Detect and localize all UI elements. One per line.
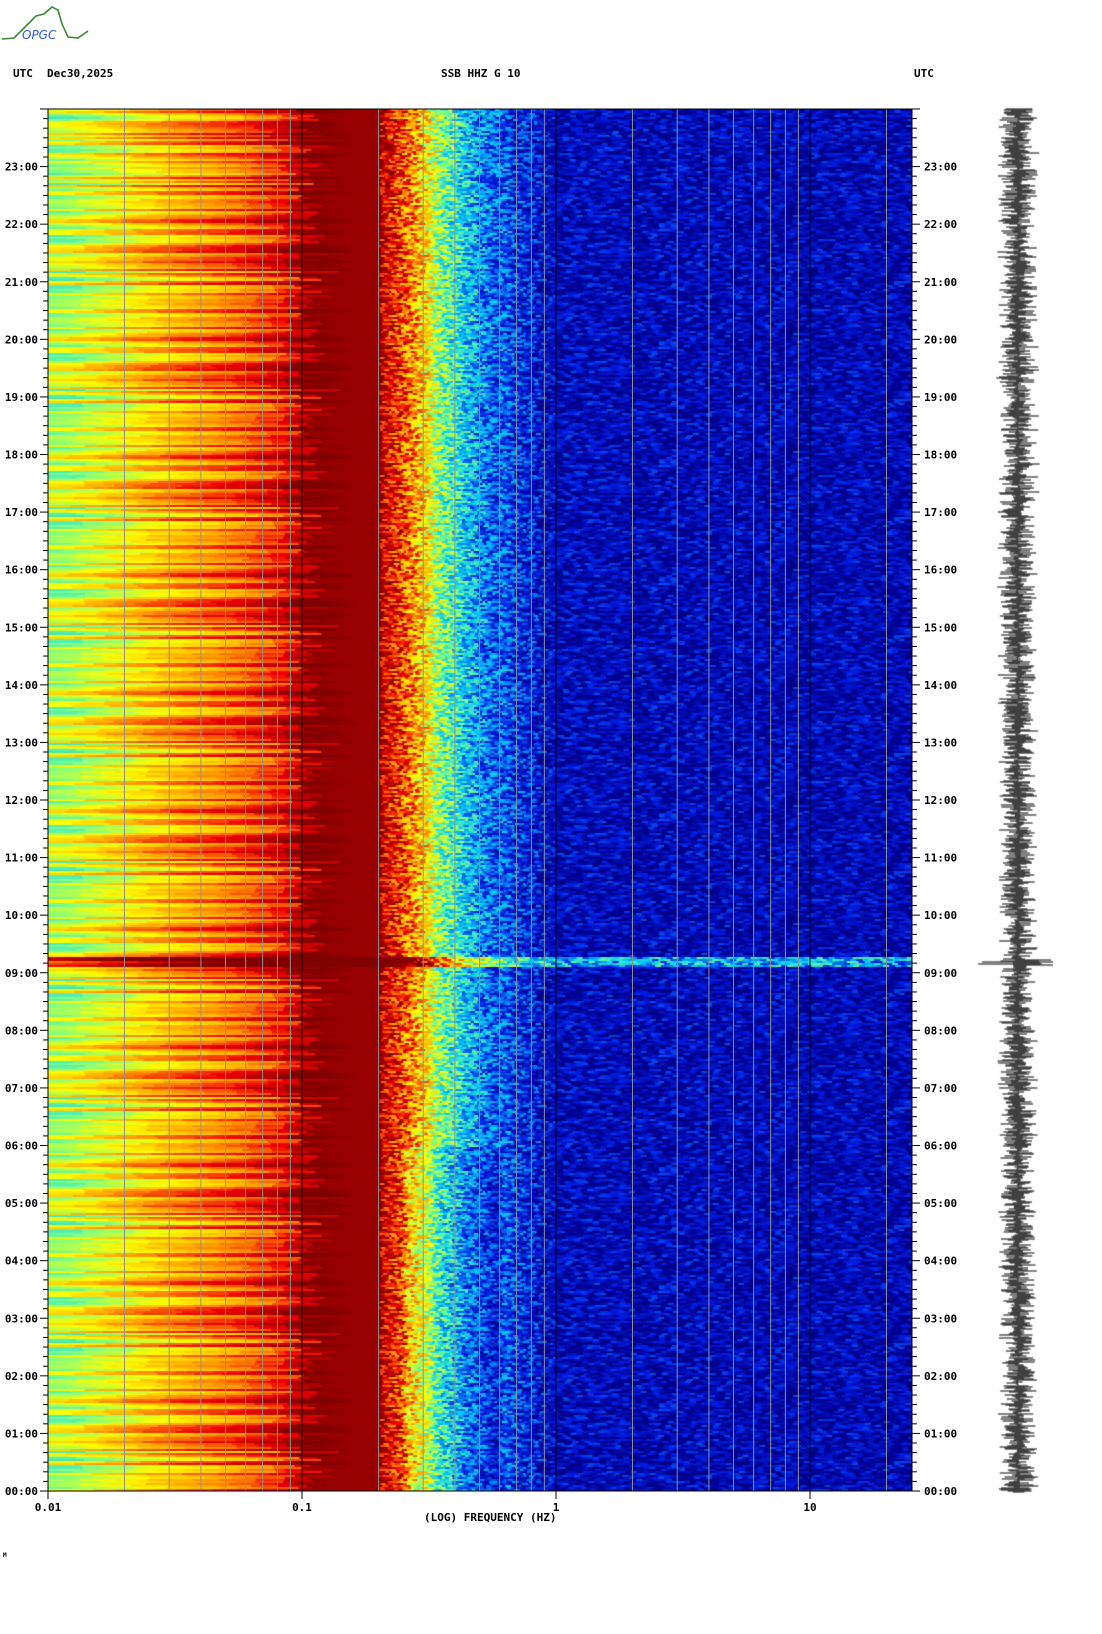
y-tick-label-left: 14:00	[5, 679, 38, 692]
y-tick-label-right: 11:00	[924, 852, 957, 865]
y-tick-label-left: 13:00	[5, 736, 38, 749]
y-tick-label-right: 23:00	[924, 161, 957, 174]
spectrogram-page: OPGC UTC Dec30,2025 SSB HHZ G 10 UTC 00:…	[0, 0, 1102, 1634]
y-tick-label-left: 10:00	[5, 909, 38, 922]
y-tick-label-right: 19:00	[924, 391, 957, 404]
y-tick-label-right: 13:00	[924, 736, 957, 749]
y-tick-label-left: 07:00	[5, 1082, 38, 1095]
y-tick-label-right: 10:00	[924, 909, 957, 922]
y-tick-label-left: 18:00	[5, 449, 38, 462]
y-tick-label-right: 17:00	[924, 506, 957, 519]
y-tick-label-right: 04:00	[924, 1255, 957, 1268]
y-tick-label-left: 00:00	[5, 1485, 38, 1498]
y-tick-label-left: 03:00	[5, 1312, 38, 1325]
y-tick-label-right: 08:00	[924, 1024, 957, 1037]
y-tick-label-left: 08:00	[5, 1024, 38, 1037]
y-tick-label-left: 17:00	[5, 506, 38, 519]
y-tick-label-left: 15:00	[5, 621, 38, 634]
y-tick-label-right: 05:00	[924, 1197, 957, 1210]
y-tick-label-left: 12:00	[5, 794, 38, 807]
footer-mark: M	[3, 1552, 7, 1559]
y-tick-label-right: 18:00	[924, 449, 957, 462]
y-tick-label-left: 16:00	[5, 564, 38, 577]
y-tick-label-right: 00:00	[924, 1485, 957, 1498]
y-tick-label-left: 06:00	[5, 1140, 38, 1153]
y-tick-label-right: 14:00	[924, 679, 957, 692]
y-tick-label-left: 23:00	[5, 161, 38, 174]
y-tick-label-left: 11:00	[5, 852, 38, 865]
y-tick-label-right: 22:00	[924, 218, 957, 231]
y-tick-label-right: 21:00	[924, 276, 957, 289]
x-tick-label: 10	[803, 1501, 816, 1514]
y-tick-label-right: 09:00	[924, 967, 957, 980]
y-tick-label-left: 01:00	[5, 1427, 38, 1440]
y-tick-label-right: 15:00	[924, 621, 957, 634]
x-tick-label: 0.01	[35, 1501, 62, 1514]
y-tick-label-left: 04:00	[5, 1255, 38, 1268]
x-tick-label: 0.1	[292, 1501, 312, 1514]
y-tick-label-left: 22:00	[5, 218, 38, 231]
y-tick-label-left: 20:00	[5, 333, 38, 346]
y-tick-label-left: 02:00	[5, 1370, 38, 1383]
y-tick-label-left: 09:00	[5, 967, 38, 980]
y-tick-label-right: 20:00	[924, 333, 957, 346]
y-tick-label-right: 06:00	[924, 1140, 957, 1153]
y-tick-label-right: 01:00	[924, 1427, 957, 1440]
y-tick-label-right: 16:00	[924, 564, 957, 577]
y-tick-label-left: 19:00	[5, 391, 38, 404]
y-tick-label-right: 03:00	[924, 1312, 957, 1325]
x-axis-label: (LOG) FREQUENCY (HZ)	[424, 1511, 557, 1524]
y-tick-label-right: 12:00	[924, 794, 957, 807]
y-tick-label-right: 07:00	[924, 1082, 957, 1095]
chart-axes: 00:00 00:00 01:00 01:00 02:00 02:00 03:00 03:00…	[5, 108, 957, 1514]
y-tick-label-left: 05:00	[5, 1197, 38, 1210]
y-tick-label-right: 02:00	[924, 1370, 957, 1383]
y-tick-label-left: 21:00	[5, 276, 38, 289]
